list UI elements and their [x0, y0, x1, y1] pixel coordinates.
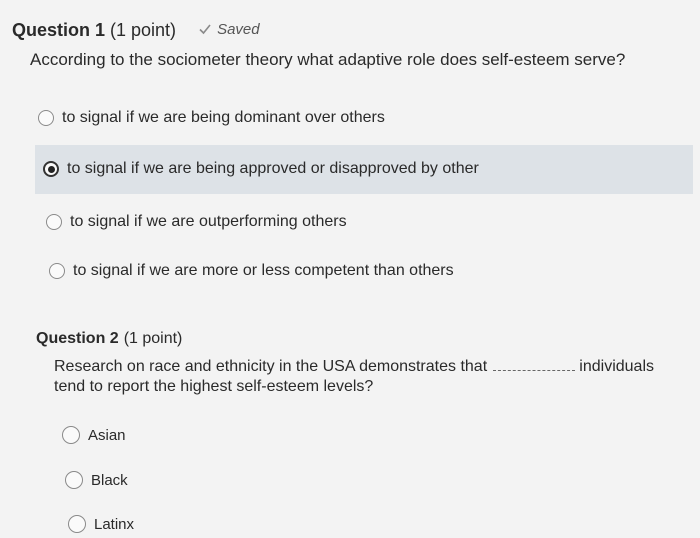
q1-option-2[interactable]: to signal if we are being approved or di… — [43, 160, 479, 178]
radio-button[interactable] — [49, 263, 65, 279]
q1-option-1[interactable]: to signal if we are being dominant over … — [38, 109, 385, 127]
radio-button[interactable] — [65, 471, 83, 489]
q2-option-1-label: Asian — [88, 426, 126, 444]
question-1-text: According to the sociometer theory what … — [30, 50, 626, 69]
q2-option-2[interactable]: Black — [65, 471, 128, 489]
question-2-text-after: individuals — [579, 358, 654, 375]
question-2-title: Question 2 — [36, 330, 119, 347]
question-2-header: Question 2 (1 point) — [36, 330, 182, 348]
q1-option-3[interactable]: to signal if we are outperforming others — [46, 213, 347, 231]
q2-option-3-label: Latinx — [94, 515, 135, 533]
radio-button[interactable] — [62, 426, 80, 444]
question-2-text-line2: tend to report the highest self-esteem l… — [54, 378, 374, 395]
question-2-text: Research on race and ethnicity in the US… — [54, 358, 654, 376]
radio-button[interactable] — [68, 515, 86, 533]
question-2-text-before: Research on race and ethnicity in the US… — [54, 358, 488, 375]
question-1-points: (1 point) — [110, 20, 177, 40]
question-2-points: (1 point) — [123, 330, 183, 347]
q2-option-2-label: Black — [91, 471, 128, 489]
saved-status: Saved — [198, 21, 260, 38]
q1-option-2-label: to signal if we are being approved or di… — [67, 160, 479, 177]
saved-label: Saved — [217, 20, 260, 38]
q2-option-1[interactable]: Asian — [62, 426, 126, 444]
q1-option-1-label: to signal if we are being dominant over … — [62, 109, 385, 126]
q1-option-3-label: to signal if we are outperforming others — [70, 213, 347, 230]
radio-button-selected[interactable] — [43, 161, 59, 177]
check-icon — [199, 24, 211, 35]
fill-in-blank — [493, 370, 576, 371]
q1-option-4-label: to signal if we are more or less compete… — [73, 262, 454, 279]
radio-button[interactable] — [38, 110, 54, 126]
radio-button[interactable] — [46, 214, 62, 230]
question-1-title: Question 1 — [12, 20, 106, 40]
q1-option-4[interactable]: to signal if we are more or less compete… — [49, 262, 454, 280]
q2-option-3[interactable]: Latinx — [68, 515, 134, 533]
question-1-header: Question 1 (1 point) Saved — [12, 20, 260, 41]
